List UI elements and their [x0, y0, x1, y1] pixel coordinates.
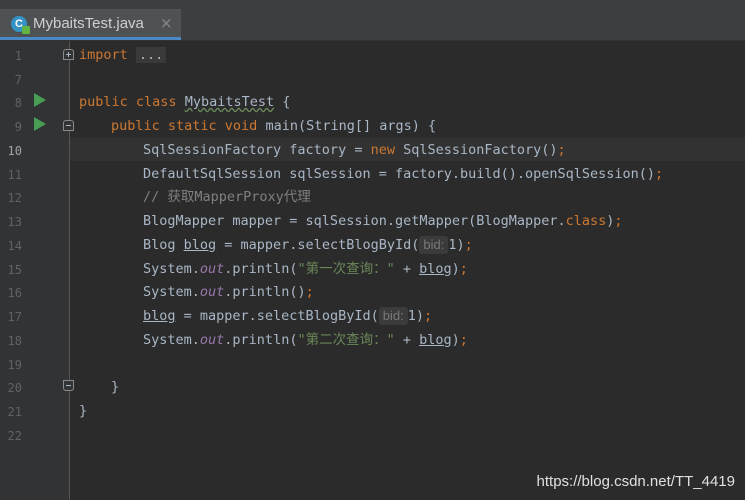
line-number: 7 [14, 73, 22, 87]
code-text: = mapper.selectBlogById( [216, 237, 420, 253]
variable: blog [419, 332, 452, 348]
semicolon: ; [459, 261, 468, 277]
line-number: 14 [7, 239, 22, 253]
code-text: BlogMapper mapper = sqlSession.getMapper… [143, 213, 566, 229]
keyword: public static void [111, 118, 258, 134]
line-number: 13 [7, 215, 22, 229]
code-text: .println( [224, 332, 298, 348]
code-line-1: import ... [79, 46, 167, 64]
code-line-9: public static void main(String[] args) { [111, 117, 436, 135]
code-text: System. [143, 332, 200, 348]
java-class-icon: C [11, 16, 30, 34]
static-field: out [199, 332, 225, 348]
semicolon: ; [655, 166, 664, 182]
semicolon: ; [464, 237, 473, 253]
line-number: 18 [7, 334, 22, 348]
code-text: Blog [143, 237, 184, 253]
keyword: public class [79, 94, 177, 110]
parameter-hint: bid: [378, 307, 408, 325]
code-line-20: } [111, 379, 120, 395]
line-number: 15 [7, 263, 22, 277]
run-main-icon[interactable] [34, 117, 46, 131]
code-text: SqlSessionFactory() [394, 142, 558, 158]
line-number: 8 [14, 96, 22, 110]
keyword: class [565, 213, 607, 229]
file-tab[interactable]: C MybaitsTest.java × [0, 9, 181, 40]
parameter-hint: bid: [419, 236, 449, 254]
tab-title: MybaitsTest.java [33, 15, 144, 32]
code-text: + [394, 332, 420, 348]
line-number: 16 [7, 286, 22, 300]
fold-end-icon[interactable] [63, 380, 74, 391]
code-line-13: BlogMapper mapper = sqlSession.getMapper… [143, 212, 623, 230]
code-text: .println( [224, 261, 298, 277]
code-line-10: SqlSessionFactory factory = new SqlSessi… [143, 141, 566, 159]
code-text: = mapper.selectBlogById( [175, 308, 379, 324]
semicolon: ; [305, 284, 314, 300]
code-text: DefaultSqlSession sqlSession = factory.b… [143, 166, 656, 182]
active-tab-indicator [0, 37, 181, 40]
semicolon: ; [557, 142, 566, 158]
code-text: + [394, 261, 420, 277]
code-text: System. [143, 284, 200, 300]
line-number: 20 [7, 381, 22, 395]
code-line-18: System.out.println("第二次查询：" + blog); [143, 331, 468, 349]
fold-collapse-icon[interactable] [63, 120, 74, 131]
keyword: import [79, 47, 128, 63]
code-line-16: System.out.println(); [143, 283, 314, 301]
line-number: 1 [14, 49, 22, 63]
line-number: 21 [7, 405, 22, 419]
code-line-15: System.out.println("第一次查询：" + blog); [143, 260, 468, 278]
code-text: ) [456, 237, 465, 253]
watermark: https://blog.csdn.net/TT_4419 [536, 473, 735, 490]
code-line-11: DefaultSqlSession sqlSession = factory.b… [143, 165, 663, 183]
line-number-current: 10 [7, 144, 22, 158]
variable: blog [419, 261, 452, 277]
editor-tab-bar: C MybaitsTest.java × [0, 0, 745, 41]
string-literal: "第二次查询：" [297, 332, 395, 348]
code-text: ) [451, 261, 460, 277]
variable: blog [143, 308, 176, 324]
code-line-8: public class MybaitsTest { [79, 93, 290, 111]
line-number: 9 [14, 120, 22, 134]
line-number: 19 [7, 358, 22, 372]
static-field: out [199, 284, 225, 300]
code-text: System. [143, 261, 200, 277]
code-text: ) [415, 308, 424, 324]
variable: blog [183, 237, 217, 253]
code-text: main(String[] args) { [257, 118, 437, 134]
code-text: SqlSessionFactory factory = [143, 142, 371, 158]
semicolon: ; [614, 213, 623, 229]
line-number: 11 [7, 168, 22, 182]
code-line-14: Blog blog = mapper.selectBlogById(bid: 1)… [143, 236, 473, 254]
code-line-12-comment: // 获取MapperProxy代理 [143, 189, 311, 205]
folded-imports[interactable]: ... [135, 47, 167, 63]
class-name: MybaitsTest [184, 94, 275, 110]
keyword: new [370, 142, 395, 158]
code-text: .println() [224, 284, 306, 300]
run-class-icon[interactable] [34, 93, 46, 107]
code-text: 1 [407, 308, 416, 324]
code-text: ) [451, 332, 460, 348]
string-literal: "第一次查询：" [297, 261, 395, 277]
fold-expand-icon[interactable] [63, 49, 74, 60]
static-field: out [199, 261, 225, 277]
semicolon: ; [459, 332, 468, 348]
code-line-21: } [79, 403, 88, 419]
line-number: 12 [7, 191, 22, 205]
code-line-17: blog = mapper.selectBlogById(bid: 1); [143, 307, 432, 325]
semicolon: ; [423, 308, 433, 324]
line-number: 22 [7, 429, 22, 443]
close-icon[interactable]: × [160, 14, 173, 32]
line-number: 17 [7, 310, 22, 324]
code-text: { [274, 94, 291, 110]
